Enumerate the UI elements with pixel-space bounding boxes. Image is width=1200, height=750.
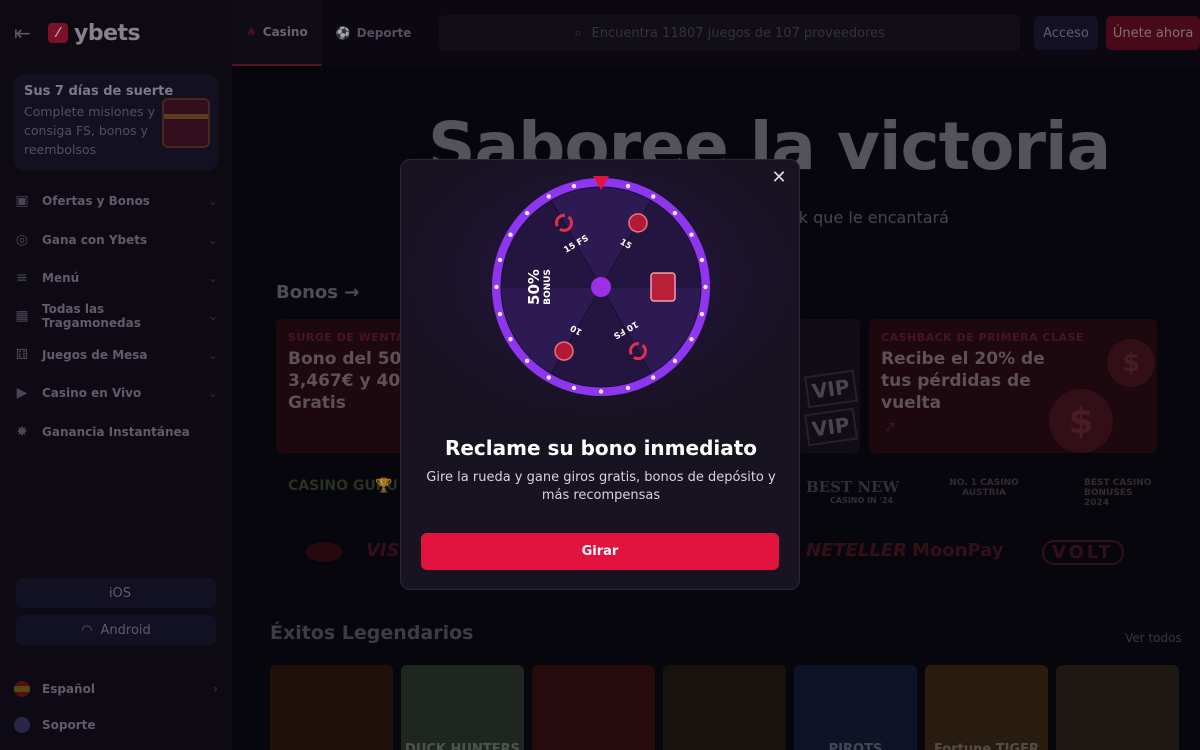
poker-chip-icon xyxy=(554,341,574,361)
modal-description: Gire la rueda y gane giros gratis, bonos… xyxy=(426,470,776,503)
spin-button[interactable]: Girar xyxy=(421,533,779,570)
wheel-light-dot xyxy=(651,375,656,380)
wheel-light-dot xyxy=(703,284,708,290)
wheel-light-dot xyxy=(571,385,577,391)
wheel-light-dot xyxy=(672,210,678,216)
wheel-light-dot xyxy=(651,194,656,199)
bonus-percent-label: 50% xyxy=(525,269,543,305)
gift-icon xyxy=(650,272,676,302)
spin-wheel-modal: ✕ 15 FS 15 10 FS 10 50% BONUS Reclame su bono… xyxy=(400,159,800,590)
bonus-segment-label: 50% BONUS xyxy=(525,269,553,305)
wheel-light-dot xyxy=(494,284,499,290)
close-icon[interactable]: ✕ xyxy=(769,168,789,188)
modal-title: Reclame su bono inmediato xyxy=(444,436,758,460)
wheel-light-dot xyxy=(672,358,678,364)
prize-wheel[interactable]: 15 FS 1510 FS1050% BONUS xyxy=(490,176,712,398)
poker-chip-icon xyxy=(628,213,648,233)
wheel-light-dot xyxy=(699,311,705,317)
wheel-light-dot xyxy=(497,257,503,263)
wheel-center xyxy=(591,277,611,297)
wheel-light-dot xyxy=(524,358,530,364)
wheel-light-dot xyxy=(689,337,694,342)
wheel-light-dot xyxy=(571,183,577,189)
wheel-light-dot xyxy=(625,385,631,391)
wheel-light-dot xyxy=(524,210,530,216)
wheel-light-dot xyxy=(508,232,513,237)
wheel-light-dot xyxy=(546,375,551,380)
wheel-light-dot xyxy=(699,257,705,263)
wheel-light-dot xyxy=(546,194,551,199)
wheel-light-dot xyxy=(508,337,513,342)
wheel-light-dot xyxy=(598,389,604,394)
wheel-light-dot xyxy=(497,311,503,317)
bonus-word-label: BONUS xyxy=(543,269,553,305)
wheel-light-dot xyxy=(689,232,694,237)
wheel-light-dot xyxy=(625,183,631,189)
